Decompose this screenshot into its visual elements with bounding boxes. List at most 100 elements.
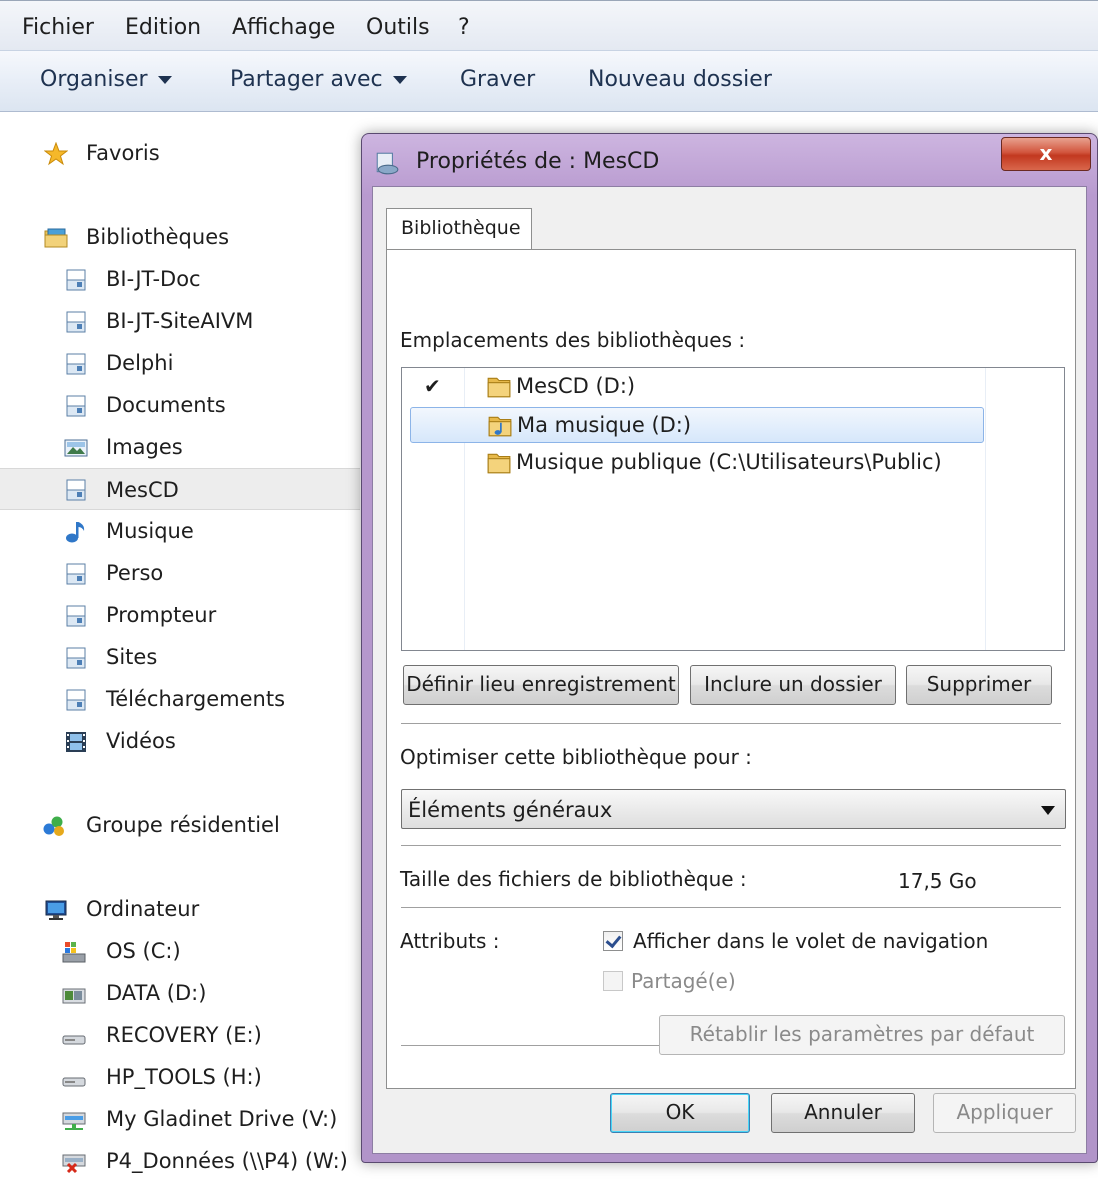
nav-library-label: Téléchargements	[106, 687, 286, 711]
tab-panel: Emplacements des bibliothèques : ✔ MesCD…	[386, 249, 1076, 1089]
nav-library-documents[interactable]: Documents	[0, 386, 360, 424]
list-item[interactable]: ✔ MesCD (D:)	[410, 369, 984, 405]
location-name: MesCD (D:)	[516, 374, 636, 398]
nav-library-musique[interactable]: Musique	[0, 512, 360, 550]
library-icon	[66, 395, 86, 417]
nav-drive-w[interactable]: P4_Données (\\P4) (W:)	[0, 1142, 360, 1180]
folder-icon	[487, 377, 511, 398]
optimize-label: Optimiser cette bibliothèque pour :	[400, 745, 752, 769]
command-bar: Organiser Partager avec Graver Nouveau d…	[0, 50, 1098, 112]
location-name: Musique publique (C:\Utilisateurs\Public…	[516, 450, 942, 474]
library-icon	[66, 605, 86, 627]
library-icon	[66, 647, 86, 669]
chevron-down-icon	[392, 76, 407, 84]
share-label: Partager avec	[230, 67, 383, 92]
new-folder-button[interactable]: Nouveau dossier	[588, 67, 772, 92]
nav-library-label: BI-JT-SiteAIVM	[106, 309, 254, 333]
chevron-down-icon	[157, 76, 172, 84]
folder-icon	[487, 453, 511, 474]
nav-drive-e[interactable]: RECOVERY (E:)	[0, 1016, 360, 1054]
system-drive-icon	[62, 942, 86, 963]
organize-button[interactable]: Organiser	[40, 67, 172, 92]
menu-affichage[interactable]: Affichage	[232, 15, 335, 40]
default-save-checkmark: ✔	[424, 374, 441, 398]
nav-drive-h[interactable]: HP_TOOLS (H:)	[0, 1058, 360, 1096]
chevron-down-icon	[1041, 806, 1055, 815]
nav-favorites-label: Favoris	[86, 141, 160, 165]
close-icon: x	[1039, 141, 1053, 165]
disconnected-network-drive-icon	[62, 1154, 86, 1174]
separator	[401, 845, 1061, 847]
properties-dialog: Propriétés de : MesCD x Bibliothèque Emp…	[361, 133, 1098, 1163]
nav-library-label: Musique	[106, 519, 194, 543]
menu-fichier[interactable]: Fichier	[22, 15, 94, 40]
dialog-title: Propriétés de : MesCD	[416, 149, 660, 174]
menu-outils[interactable]: Outils	[366, 15, 430, 40]
close-button[interactable]: x	[1001, 137, 1091, 171]
menu-edition[interactable]: Edition	[125, 15, 201, 40]
optimize-dropdown[interactable]: Éléments généraux	[401, 789, 1066, 829]
nav-library-label: BI-JT-Doc	[106, 267, 201, 291]
burn-button[interactable]: Graver	[460, 67, 535, 92]
network-drive-icon	[62, 1112, 86, 1130]
include-folder-button[interactable]: Inclure un dossier	[690, 665, 896, 705]
list-item[interactable]: Musique publique (C:\Utilisateurs\Public…	[410, 445, 984, 481]
nav-library-bi-jt-doc[interactable]: BI-JT-Doc	[0, 260, 360, 298]
nav-drive-v[interactable]: My Gladinet Drive (V:)	[0, 1100, 360, 1138]
tab-bibliotheque[interactable]: Bibliothèque	[386, 208, 532, 250]
nav-libraries-label: Bibliothèques	[86, 225, 230, 249]
nav-library-telechargements[interactable]: Téléchargements	[0, 680, 360, 718]
libraries-icon	[44, 228, 68, 248]
pictures-icon	[64, 439, 88, 457]
nav-library-delphi[interactable]: Delphi	[0, 344, 360, 382]
hard-drive-icon	[62, 1077, 86, 1087]
nav-drive-d[interactable]: DATA (D:)	[0, 974, 360, 1012]
location-name: Ma musique (D:)	[517, 413, 692, 437]
library-icon	[66, 689, 86, 711]
library-icon	[66, 353, 86, 375]
nav-library-label: Prompteur	[106, 603, 217, 627]
set-save-location-button[interactable]: Définir lieu enregistrement	[403, 665, 679, 705]
menu-help[interactable]: ?	[458, 15, 470, 40]
apply-button[interactable]: Appliquer	[933, 1093, 1076, 1133]
restore-defaults-button[interactable]: Rétablir les paramètres par défaut	[659, 1015, 1065, 1055]
share-button[interactable]: Partager avec	[230, 67, 407, 92]
size-label: Taille des fichiers de bibliothèque :	[400, 867, 747, 891]
nav-computer[interactable]: Ordinateur	[0, 890, 360, 928]
menu-bar: Fichier Edition Affichage Outils ?	[0, 0, 1098, 50]
ok-button[interactable]: OK	[610, 1093, 750, 1133]
nav-drive-label: OS (C:)	[106, 939, 181, 963]
star-icon	[44, 142, 68, 166]
nav-drive-label: P4_Données (\\P4) (W:)	[106, 1149, 348, 1173]
nav-library-videos[interactable]: Vidéos	[0, 722, 360, 760]
homegroup-icon	[43, 816, 64, 836]
show-in-nav-checkbox[interactable]	[603, 931, 623, 951]
nav-drive-label: DATA (D:)	[106, 981, 207, 1005]
nav-drive-c[interactable]: OS (C:)	[0, 932, 360, 970]
separator	[401, 723, 1061, 725]
remove-button[interactable]: Supprimer	[906, 665, 1052, 705]
nav-library-images[interactable]: Images	[0, 428, 360, 466]
nav-library-label: Sites	[106, 645, 158, 669]
nav-favorites[interactable]: Favoris	[0, 134, 360, 172]
shared-checkbox[interactable]	[603, 971, 623, 991]
nav-library-label: Perso	[106, 561, 164, 585]
nav-library-prompteur[interactable]: Prompteur	[0, 596, 360, 634]
data-drive-icon	[62, 988, 86, 1004]
locations-list[interactable]: ✔ MesCD (D:) Ma musique (D:) Musique pub…	[401, 367, 1065, 651]
nav-library-bi-jt-siteaivm[interactable]: BI-JT-SiteAIVM	[0, 302, 360, 340]
locations-label: Emplacements des bibliothèques :	[400, 328, 746, 352]
hard-drive-icon	[62, 1035, 86, 1045]
nav-libraries[interactable]: Bibliothèques	[0, 218, 360, 256]
nav-homegroup[interactable]: Groupe résidentiel	[0, 806, 360, 844]
nav-computer-label: Ordinateur	[86, 897, 200, 921]
nav-library-perso[interactable]: Perso	[0, 554, 360, 592]
nav-drive-label: HP_TOOLS (H:)	[106, 1065, 262, 1089]
optimize-value: Éléments généraux	[408, 798, 613, 822]
list-item[interactable]: Ma musique (D:)	[410, 407, 984, 443]
nav-library-sites[interactable]: Sites	[0, 638, 360, 676]
library-icon	[66, 311, 86, 333]
dialog-body: Bibliothèque Emplacements des bibliothèq…	[372, 186, 1087, 1154]
nav-library-mescd[interactable]: MesCD	[0, 468, 360, 510]
cancel-button[interactable]: Annuler	[771, 1093, 915, 1133]
